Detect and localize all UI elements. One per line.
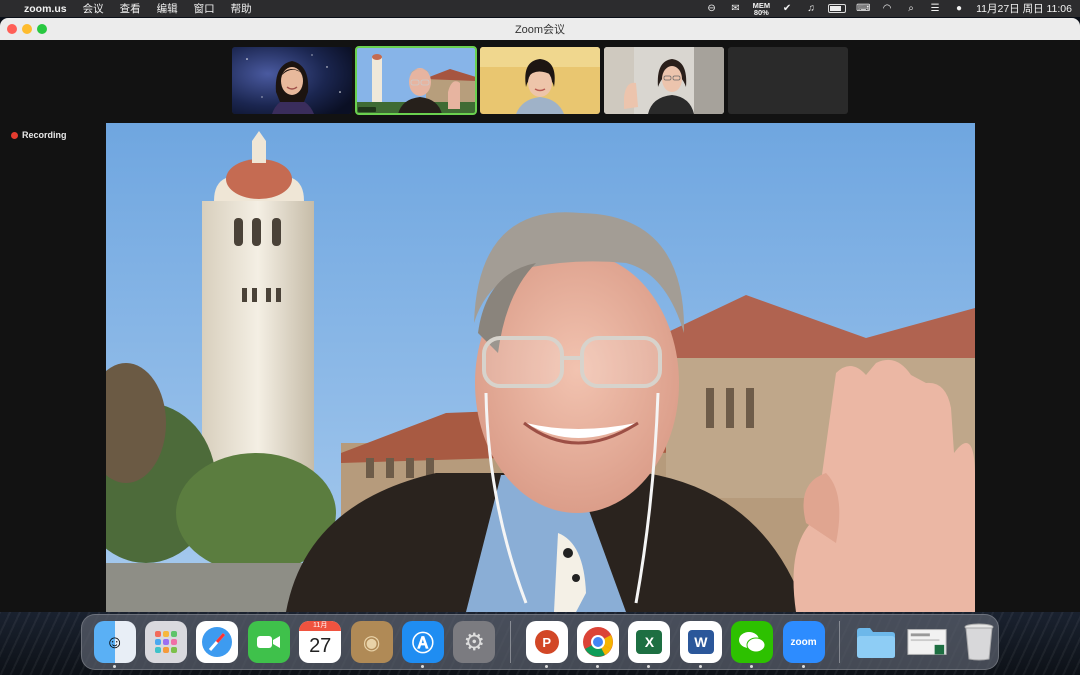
menu-extras: ⊖ ✉ MEM 80% ✔ ♫ ⌨ ◠ ⌕ ☰ ● 11月27日 周日 11:0… [705, 0, 1072, 17]
participant-video-woman-galaxy [232, 47, 352, 114]
menu-window[interactable]: 窗口 [194, 1, 215, 16]
excel-icon[interactable]: X [628, 621, 671, 668]
control-center-icon[interactable]: ☰ [928, 3, 942, 14]
trash-can-graphic [964, 623, 994, 661]
participant-thumbnail-empty [728, 47, 848, 114]
memory-indicator[interactable]: MEM 80% [753, 1, 771, 17]
window-titlebar[interactable]: Zoom会议 [0, 18, 1080, 40]
participant-video-woman-yellow [480, 47, 600, 114]
running-indicator [596, 665, 600, 668]
menu-meeting[interactable]: 会议 [83, 1, 104, 16]
participant-thumbnail-active-speaker[interactable] [355, 46, 477, 115]
recording-indicator[interactable]: Recording [11, 130, 67, 140]
fullscreen-window-button[interactable] [37, 24, 47, 34]
siri-icon[interactable]: ● [952, 3, 966, 14]
wechat-icon[interactable] [731, 621, 774, 668]
zoom-icon[interactable]: zoom [782, 621, 825, 668]
airpods-icon[interactable]: ♫ [804, 3, 818, 14]
menu-clock[interactable]: 11月27日 周日 11:06 [976, 1, 1072, 16]
wechat-bubbles-graphic [739, 632, 766, 653]
participant-strip [232, 46, 848, 115]
safari-compass-graphic [202, 627, 233, 657]
running-indicator [750, 665, 754, 668]
minimize-window-button[interactable] [22, 24, 32, 34]
menu-help[interactable]: 帮助 [231, 1, 252, 16]
dock-separator [839, 621, 841, 663]
more-icon[interactable]: ⊖ [705, 3, 719, 14]
calendar-day: 27 [309, 634, 332, 657]
finder-icon[interactable]: ☺ [93, 621, 136, 668]
recording-label: Recording [22, 130, 67, 140]
running-indicator [112, 665, 116, 668]
running-indicator [544, 665, 548, 668]
app-store-icon[interactable]: Ⓐ [401, 621, 444, 668]
word-icon[interactable]: W [679, 621, 722, 668]
system-preferences-icon[interactable]: ⚙ [453, 621, 496, 663]
close-window-button[interactable] [7, 24, 17, 34]
document-stack-graphic [907, 629, 947, 655]
chrome-icon[interactable] [577, 621, 620, 668]
document-stack-icon[interactable] [906, 621, 948, 663]
menu-app-name[interactable]: zoom.us [24, 3, 67, 15]
calendar-month: 11月 [299, 621, 342, 631]
contacts-icon[interactable]: ◉ [350, 621, 393, 663]
speaker-video-frame [106, 123, 975, 612]
participant-thumbnail[interactable] [232, 47, 352, 114]
battery-icon[interactable] [828, 4, 847, 13]
folder-graphic [856, 628, 895, 658]
menu-edit[interactable]: 编辑 [157, 1, 178, 16]
launchpad-grid-graphic [155, 631, 178, 653]
desktop-root: zoom.us 会议 查看 编辑 窗口 帮助 ⊖ ✉ MEM 80% ✔ ♫ ⌨… [0, 0, 1080, 675]
dock: ☺ 11月 27 ◉ Ⓐ ⚙ P X W zoom [81, 614, 999, 670]
active-speaker-video[interactable] [106, 123, 975, 612]
participant-thumbnail[interactable] [480, 47, 600, 114]
participant-thumbnail[interactable] [604, 47, 724, 114]
wifi-icon[interactable]: ◠ [880, 3, 894, 14]
meeting-area: Recording [0, 40, 1080, 612]
calendar-icon[interactable]: 11月 27 [299, 621, 342, 663]
vpn-icon[interactable]: ✔ [780, 3, 794, 14]
facetime-icon[interactable] [247, 621, 290, 663]
safari-icon[interactable] [196, 621, 239, 663]
chrome-logo-graphic [583, 627, 614, 657]
window-title: Zoom会议 [514, 24, 566, 36]
running-indicator [698, 665, 702, 668]
running-indicator [647, 665, 651, 668]
recording-dot-icon [11, 131, 18, 139]
powerpoint-icon[interactable]: P [525, 621, 568, 668]
input-method-icon[interactable]: ⌨ [856, 3, 870, 14]
dock-separator [510, 621, 511, 663]
participant-video-man-tower [356, 47, 476, 114]
launchpad-icon[interactable] [145, 621, 188, 663]
menu-view[interactable]: 查看 [120, 1, 141, 16]
memory-value: 80% [753, 7, 769, 17]
running-indicator [801, 665, 805, 668]
zoom-icon-label: zoom [790, 636, 817, 648]
spotlight-search-icon[interactable]: ⌕ [904, 3, 918, 14]
trash-icon[interactable] [958, 621, 1000, 663]
downloads-folder-icon[interactable] [855, 621, 897, 663]
camera-graphic [256, 636, 280, 648]
wechat-status-icon[interactable]: ✉ [729, 3, 743, 14]
participant-video-woman-room [604, 47, 724, 114]
zoom-meeting-window: Zoom会议 Recording [0, 18, 1080, 612]
running-indicator [420, 665, 424, 668]
menu-bar: zoom.us 会议 查看 编辑 窗口 帮助 ⊖ ✉ MEM 80% ✔ ♫ ⌨… [0, 0, 1080, 17]
